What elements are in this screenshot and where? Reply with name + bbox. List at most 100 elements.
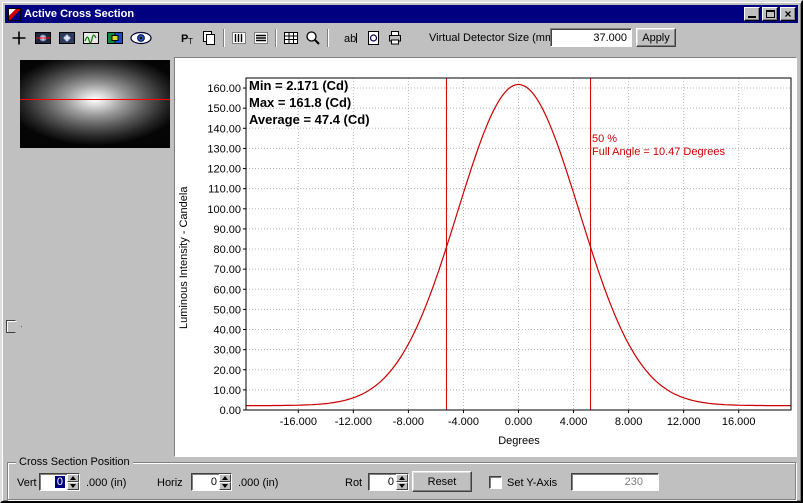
- stats-annotations: Min = 2.171 (Cd) Max = 161.8 (Cd) Averag…: [249, 77, 370, 128]
- zoom-button[interactable]: [302, 28, 324, 48]
- print-icon: [389, 31, 401, 45]
- rot-label: Rot: [345, 477, 363, 489]
- beam-image[interactable]: [20, 60, 170, 148]
- horiz-label: Horiz: [157, 477, 183, 489]
- up-arrow-icon: [399, 476, 405, 480]
- overlay-button[interactable]: [56, 28, 78, 48]
- minimize-icon: [748, 16, 756, 18]
- svg-text:120.00: 120.00: [207, 164, 241, 176]
- palette-icon: [107, 32, 123, 44]
- svg-text:ab: ab: [344, 33, 356, 45]
- rot-spinner-up[interactable]: [396, 474, 408, 482]
- title-bar[interactable]: Active Cross Section ×: [5, 5, 798, 23]
- set-y-axis-checkbox[interactable]: [489, 476, 502, 489]
- fringe-button[interactable]: [80, 28, 102, 48]
- rows-icon: [254, 32, 268, 44]
- svg-text:-8.000: -8.000: [393, 416, 424, 428]
- svg-text:T: T: [188, 37, 193, 46]
- profile-icon: P T: [181, 33, 193, 46]
- svg-text:40.00: 40.00: [213, 325, 241, 337]
- visibility-button[interactable]: [128, 28, 154, 48]
- horiz-spinner-up[interactable]: [219, 474, 231, 482]
- cross-section-position-group: Cross Section Position Vert 0 .000 (in) …: [7, 456, 796, 500]
- rot-spinner-down[interactable]: [396, 482, 408, 490]
- svg-text:60.00: 60.00: [213, 284, 241, 296]
- vert-spinner[interactable]: 0: [39, 473, 80, 491]
- group-label: Cross Section Position: [16, 456, 133, 468]
- down-arrow-icon: [70, 484, 76, 488]
- maximize-button[interactable]: [762, 7, 778, 21]
- toolbar-separator: [223, 29, 225, 47]
- x-axis-title: Degrees: [498, 435, 540, 447]
- svg-text:150.00: 150.00: [207, 103, 241, 115]
- svg-text:-12.000: -12.000: [335, 416, 372, 428]
- vert-unit: .000 (in): [86, 477, 127, 489]
- crosshair-tool-button[interactable]: [8, 28, 30, 48]
- toolbar-separator: [275, 29, 277, 47]
- row-profile-button[interactable]: [250, 28, 272, 48]
- reset-button[interactable]: Reset: [412, 471, 472, 492]
- eye-icon: [130, 31, 152, 45]
- zoom-icon: [306, 31, 320, 45]
- percent-annotation: 50 %: [592, 133, 618, 145]
- svg-text:0.000: 0.000: [505, 416, 533, 428]
- horiz-spinner-down[interactable]: [219, 482, 231, 490]
- rot-spinner[interactable]: 0: [368, 473, 409, 491]
- maximize-icon: [765, 10, 775, 18]
- svg-text:100.00: 100.00: [207, 204, 241, 216]
- toolbar-separator: [327, 29, 329, 47]
- annotate-icon: ab: [344, 33, 357, 45]
- vert-spinner-up[interactable]: [67, 474, 79, 482]
- preview-icon: [368, 31, 379, 45]
- camera-image-icon: [35, 32, 51, 44]
- horiz-spinner[interactable]: 0: [191, 473, 232, 491]
- svg-text:8.000: 8.000: [615, 416, 643, 428]
- vert-label: Vert: [17, 477, 37, 489]
- svg-text:-4.000: -4.000: [448, 416, 479, 428]
- set-y-axis-label: Set Y-Axis: [507, 477, 558, 489]
- horiz-unit: .000 (in): [238, 477, 279, 489]
- cross-section-line[interactable]: [20, 98, 170, 100]
- crosshair-icon: [12, 31, 26, 45]
- overlay-icon: [59, 32, 75, 44]
- horiz-value: 0: [210, 476, 217, 488]
- grid-icon: [284, 32, 298, 44]
- app-icon: [8, 7, 21, 21]
- detector-size-input[interactable]: [550, 28, 632, 47]
- print-preview-button[interactable]: [362, 28, 384, 48]
- vertical-position-slider[interactable]: [6, 320, 22, 333]
- y-axis-value-field[interactable]: [571, 473, 659, 491]
- print-button[interactable]: [384, 28, 406, 48]
- svg-text:90.00: 90.00: [213, 224, 241, 236]
- close-button[interactable]: ×: [780, 7, 796, 21]
- chart-toolbar: P T ab: [176, 28, 406, 48]
- svg-text:130.00: 130.00: [207, 143, 241, 155]
- window: Active Cross Section × P T ab Virtual De…: [0, 0, 803, 503]
- column-profile-button[interactable]: [228, 28, 250, 48]
- svg-text:12.000: 12.000: [667, 416, 701, 428]
- fringe-icon: [83, 32, 99, 44]
- palette-button[interactable]: [104, 28, 126, 48]
- profile-button[interactable]: P T: [176, 28, 198, 48]
- copy-icon: [203, 31, 215, 45]
- rot-value: 0: [387, 476, 394, 488]
- minimize-button[interactable]: [744, 7, 760, 21]
- full-angle-annotation: Full Angle = 10.47 Degrees: [592, 146, 726, 158]
- svg-text:50.00: 50.00: [213, 304, 241, 316]
- down-arrow-icon: [399, 484, 405, 488]
- annotate-button[interactable]: ab: [340, 28, 362, 48]
- copy-button[interactable]: [198, 28, 220, 48]
- svg-text:0.00: 0.00: [220, 405, 241, 417]
- camera-image-button[interactable]: [32, 28, 54, 48]
- up-arrow-icon: [70, 476, 76, 480]
- window-title: Active Cross Section: [24, 8, 135, 20]
- grid-view-button[interactable]: [280, 28, 302, 48]
- close-icon: ×: [784, 7, 792, 21]
- vert-spinner-down[interactable]: [67, 482, 79, 490]
- svg-text:110.00: 110.00: [208, 184, 241, 196]
- up-arrow-icon: [222, 476, 228, 480]
- full-angle-annotations: 50 % Full Angle = 10.47 Degrees: [592, 133, 725, 159]
- apply-button[interactable]: Apply: [636, 28, 676, 47]
- svg-text:80.00: 80.00: [213, 244, 241, 256]
- y-axis-title: Luminous Intensity - Candela: [178, 186, 190, 330]
